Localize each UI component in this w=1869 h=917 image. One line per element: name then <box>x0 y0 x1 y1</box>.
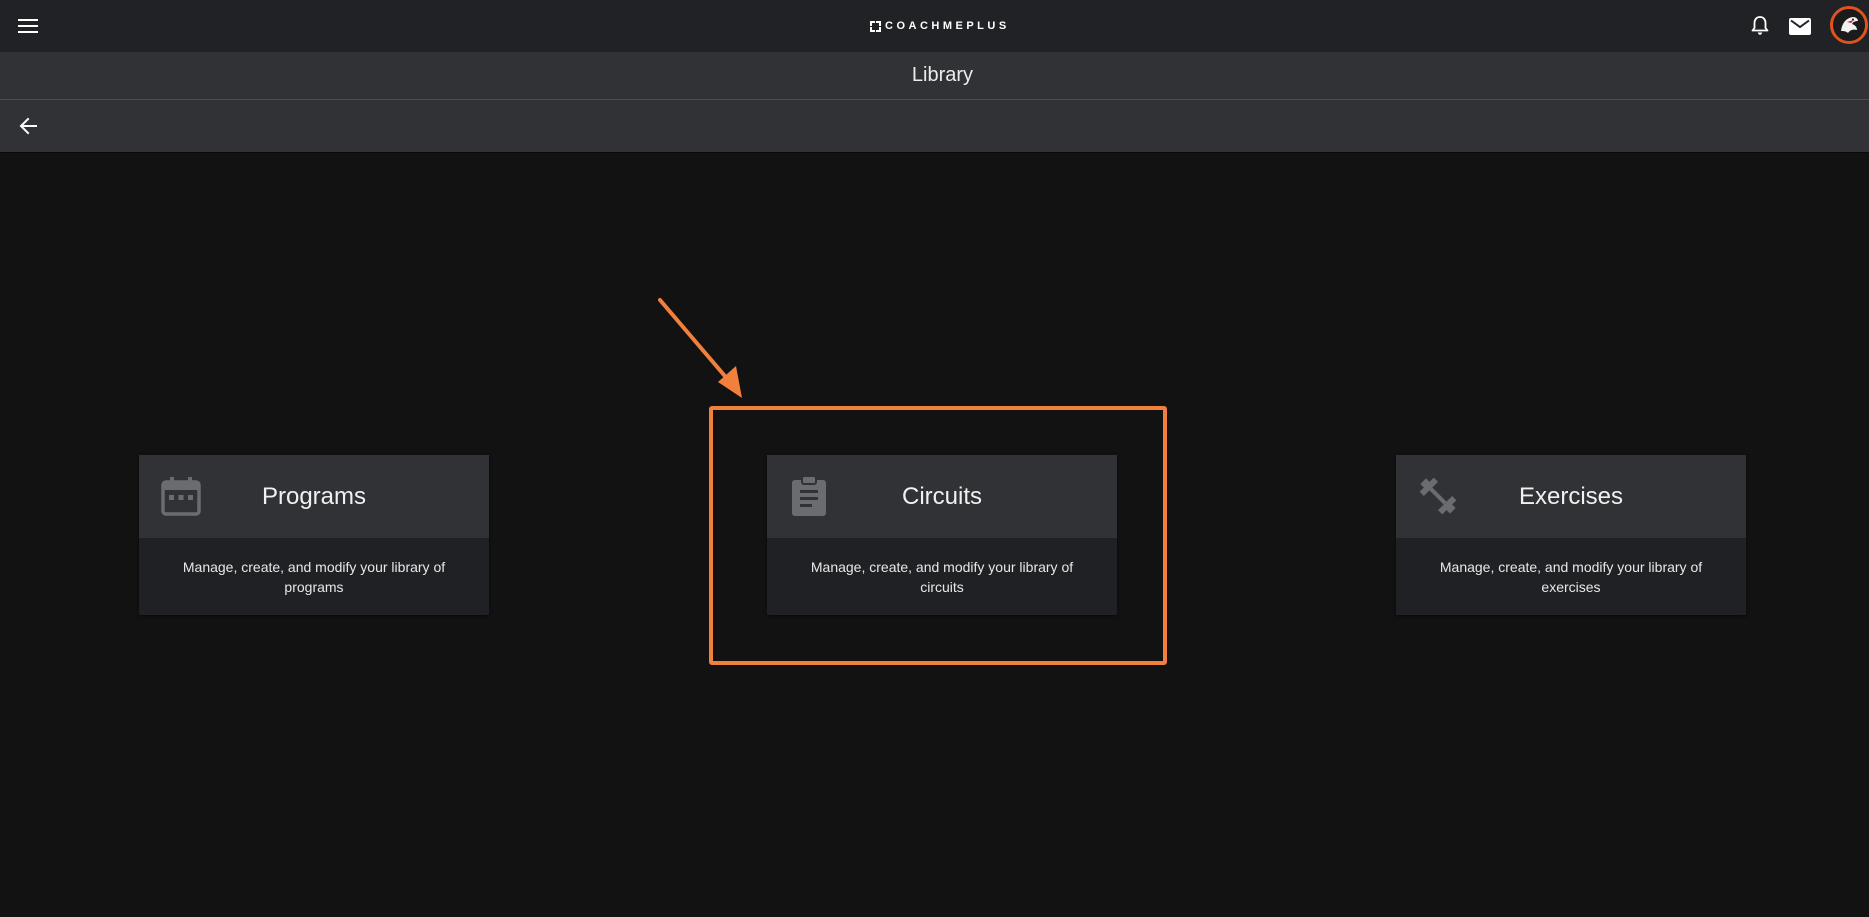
circuits-card-header: Circuits <box>767 455 1117 538</box>
exercises-card-description: Manage, create, and modify your library … <box>1439 558 1703 595</box>
arrow-left-icon <box>19 117 37 135</box>
messages-button[interactable] <box>1782 8 1818 44</box>
mail-icon <box>1789 17 1811 35</box>
notifications-button[interactable] <box>1742 8 1778 44</box>
dumbbell-icon <box>1419 477 1457 515</box>
bell-icon <box>1751 16 1769 35</box>
programs-card-header: Programs <box>139 455 489 538</box>
app-logo[interactable]: COACHMEPLUS <box>870 16 1010 36</box>
top-app-bar: COACHMEPLUS <box>0 0 1869 52</box>
programs-card-title: Programs <box>261 482 367 510</box>
exercises-card[interactable]: Exercises Manage, create, and modify you… <box>1396 455 1746 615</box>
user-avatar[interactable] <box>1830 6 1868 44</box>
page-title-bar: Library <box>0 52 1869 100</box>
menu-button[interactable] <box>10 8 46 44</box>
calendar-icon <box>161 477 201 516</box>
logo-text: COACHMEPLUS <box>885 20 1010 32</box>
logo-mark-icon <box>870 20 881 32</box>
programs-card-description: Manage, create, and modify your library … <box>182 558 446 595</box>
circuits-card-title: Circuits <box>901 482 982 510</box>
hamburger-menu-icon <box>18 19 38 33</box>
annotation-arrow <box>658 298 742 398</box>
page-title: Library <box>911 64 974 86</box>
clipboard-icon <box>792 476 826 516</box>
programs-card[interactable]: Programs Manage, create, and modify your… <box>139 455 489 615</box>
team-logo-avatar <box>1833 9 1865 41</box>
back-button[interactable] <box>10 108 46 144</box>
exercises-card-title: Exercises <box>1518 482 1624 510</box>
sub-toolbar <box>0 100 1869 153</box>
circuits-card-description: Manage, create, and modify your library … <box>810 558 1074 595</box>
exercises-card-header: Exercises <box>1396 455 1746 538</box>
circuits-card[interactable]: Circuits Manage, create, and modify your… <box>767 455 1117 615</box>
